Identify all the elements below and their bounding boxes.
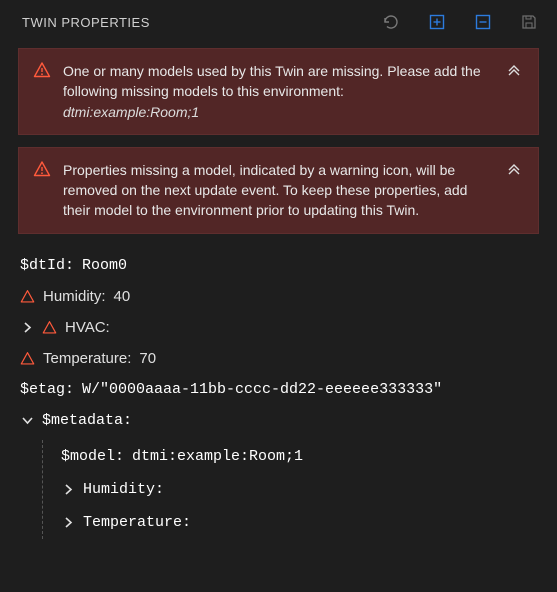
undo-icon: [382, 13, 400, 31]
warning-icon: [33, 160, 51, 183]
undo-button[interactable]: [381, 12, 401, 32]
property-meta-humidity[interactable]: Humidity:: [61, 473, 537, 506]
warning-icon: [33, 61, 51, 84]
chevron-right-icon: [20, 322, 34, 333]
expand-all-button[interactable]: [427, 12, 447, 32]
warning-text: One or many models used by this Twin are…: [63, 61, 492, 122]
property-key: Temperature:: [83, 514, 191, 531]
warning-text: Properties missing a model, indicated by…: [63, 160, 492, 221]
property-value: 40: [114, 288, 131, 305]
property-key: $model:: [61, 448, 124, 465]
warning-icon: [20, 289, 35, 304]
property-model[interactable]: $model: dtmi:example:Room;1: [61, 440, 537, 473]
property-value: 70: [139, 350, 156, 367]
property-value: W/"0000aaaa-11bb-cccc-dd22-eeeeee333333": [82, 381, 442, 398]
property-key: Temperature:: [43, 350, 131, 367]
warning-collapse-button[interactable]: [504, 160, 524, 176]
chevron-down-icon: [20, 415, 34, 426]
property-value: Room0: [82, 257, 127, 274]
property-key: $dtId:: [20, 257, 74, 274]
chevron-right-icon: [61, 517, 75, 528]
property-etag[interactable]: $etag: W/"0000aaaa-11bb-cccc-dd22-eeeeee…: [20, 374, 537, 405]
collapse-all-icon: [474, 13, 492, 31]
warning-detail: dtmi:example:Room;1: [63, 104, 199, 120]
property-key: $metadata:: [42, 412, 132, 429]
warning-message: One or many models used by this Twin are…: [63, 63, 481, 99]
property-meta-temperature[interactable]: Temperature:: [61, 506, 537, 539]
chevron-right-icon: [61, 484, 75, 495]
warning-missing-properties: Properties missing a model, indicated by…: [18, 147, 539, 234]
metadata-children: $model: dtmi:example:Room;1 Humidity: Te…: [42, 440, 537, 539]
property-metadata[interactable]: $metadata:: [20, 405, 537, 436]
warning-collapse-button[interactable]: [504, 61, 524, 77]
property-key: HVAC:: [65, 319, 110, 336]
property-key: Humidity:: [43, 288, 106, 305]
save-button[interactable]: [519, 12, 539, 32]
property-key: Humidity:: [83, 481, 164, 498]
warning-message: Properties missing a model, indicated by…: [63, 162, 467, 219]
twin-properties-panel: TWIN PROPERTIES: [0, 0, 557, 592]
property-dtid[interactable]: $dtId: Room0: [20, 250, 537, 281]
properties-list: $dtId: Room0 Humidity: 40 HVAC: Temperat…: [0, 246, 557, 539]
warning-icon: [20, 351, 35, 366]
property-value: dtmi:example:Room;1: [132, 448, 303, 465]
header-actions: [381, 12, 539, 32]
save-icon: [520, 13, 538, 31]
collapse-all-button[interactable]: [473, 12, 493, 32]
property-key: $etag:: [20, 381, 74, 398]
property-hvac[interactable]: HVAC:: [20, 312, 537, 343]
panel-header: TWIN PROPERTIES: [0, 0, 557, 42]
warning-icon: [42, 320, 57, 335]
property-temperature[interactable]: Temperature: 70: [20, 343, 537, 374]
panel-title: TWIN PROPERTIES: [22, 15, 150, 30]
chevron-double-up-icon: [507, 162, 521, 176]
property-humidity[interactable]: Humidity: 40: [20, 281, 537, 312]
chevron-double-up-icon: [507, 63, 521, 77]
expand-all-icon: [428, 13, 446, 31]
warning-missing-models: One or many models used by this Twin are…: [18, 48, 539, 135]
